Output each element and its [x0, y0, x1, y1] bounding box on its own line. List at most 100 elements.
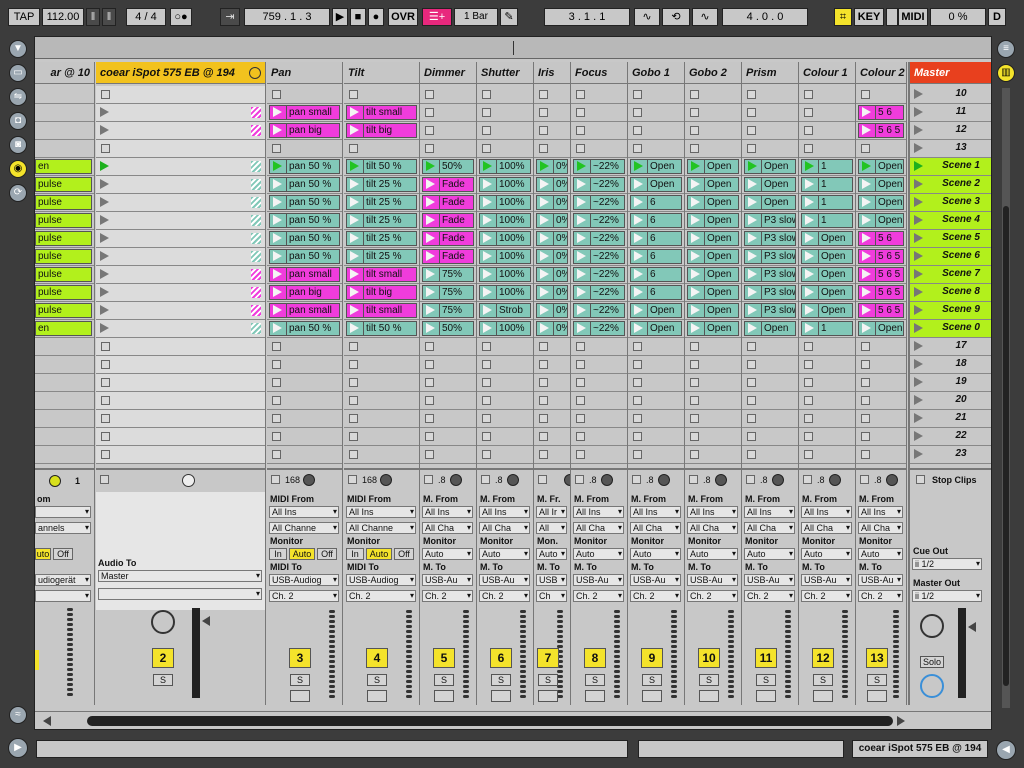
input-channel-menu[interactable]: All Channe [346, 522, 416, 534]
input-channel-menu[interactable]: All Cha [858, 522, 903, 534]
stop-button-icon[interactable] [804, 126, 813, 135]
master-header[interactable]: Master [910, 62, 991, 84]
clip-slot[interactable] [534, 104, 570, 122]
clip[interactable]: 5 6 5 6 [858, 303, 904, 318]
monitor-menu[interactable]: Auto [630, 548, 681, 560]
clip-launch-icon[interactable] [426, 251, 435, 261]
clip-launch-icon[interactable] [273, 323, 282, 333]
clip-slot[interactable]: pulse [35, 248, 94, 266]
stop-button[interactable]: ■ [350, 8, 366, 26]
clip[interactable]: Fade [422, 195, 474, 210]
clip-slot[interactable]: tilt small [344, 302, 419, 320]
clip-launch-icon[interactable] [100, 269, 109, 279]
clip[interactable]: pan 50 % [269, 213, 340, 228]
clip-slot[interactable]: ~22% [571, 302, 627, 320]
scene-slot[interactable]: 21 [910, 410, 991, 428]
clip-launch-icon[interactable] [577, 233, 586, 243]
stop-button-icon[interactable] [633, 126, 642, 135]
clip-launch-icon[interactable] [426, 197, 435, 207]
clip[interactable]: pan 50 % [269, 177, 340, 192]
clip-launch-icon[interactable] [350, 323, 359, 333]
clip-slot[interactable]: Open [856, 176, 906, 194]
clip-launch-icon[interactable] [100, 161, 109, 171]
scene-slot[interactable]: 19 [910, 374, 991, 392]
monitor-in-button[interactable]: In [269, 548, 287, 560]
clip-slot[interactable] [742, 338, 798, 356]
clip-slot[interactable] [628, 86, 684, 104]
stop-button-icon[interactable] [633, 360, 642, 369]
track-number-button[interactable]: 3 [289, 648, 311, 668]
clip[interactable]: 0% [536, 303, 568, 318]
stop-button-icon[interactable] [482, 432, 491, 441]
output-channel-menu[interactable] [35, 590, 91, 602]
clip-slot[interactable] [96, 158, 265, 176]
clip-slot[interactable]: 5 6 5 6 [856, 302, 906, 320]
clip-slot[interactable]: Open [685, 230, 741, 248]
clip-launch-icon[interactable] [350, 161, 359, 171]
clip-slot[interactable] [420, 338, 476, 356]
clip-launch-icon[interactable] [426, 233, 435, 243]
volume-knob-icon[interactable] [450, 474, 462, 486]
stop-button-icon[interactable] [690, 108, 699, 117]
clip-launch-icon[interactable] [634, 251, 643, 261]
stop-button-icon[interactable] [804, 360, 813, 369]
plugins-icon[interactable]: ⇋ [9, 88, 27, 106]
stop-button-icon[interactable] [482, 108, 491, 117]
scene-slot[interactable]: 18 [910, 356, 991, 374]
clip-launch-icon[interactable] [634, 179, 643, 189]
clip-launch-icon[interactable] [748, 197, 757, 207]
clip[interactable]: 6 [630, 231, 682, 246]
clip[interactable]: P3 slow [744, 285, 796, 300]
clip[interactable]: Open [858, 213, 904, 228]
clip[interactable]: 0% [536, 195, 568, 210]
clip-slot[interactable] [267, 140, 342, 158]
scene-launch-icon[interactable] [914, 323, 923, 333]
clip-slot[interactable]: Open [856, 158, 906, 176]
clip-launch-icon[interactable] [100, 107, 109, 117]
clip-launch-icon[interactable] [577, 179, 586, 189]
clip-slot[interactable] [35, 86, 94, 104]
clip[interactable]: Fade [422, 249, 474, 264]
clip[interactable]: pan 50 % [269, 249, 340, 264]
input-channel-menu[interactable]: All Cha [422, 522, 473, 534]
clip-slot[interactable]: 6 [628, 248, 684, 266]
scene-launch-icon[interactable] [914, 233, 923, 243]
stop-button-icon[interactable] [425, 378, 434, 387]
draw-mode-button[interactable]: ✎ [500, 8, 518, 26]
clip-slot[interactable]: pan 50 % [267, 194, 342, 212]
clip-slot[interactable]: 0% [534, 302, 570, 320]
clip-slot[interactable]: pan small [267, 266, 342, 284]
input-type-menu[interactable]: All Ins [573, 506, 624, 518]
clip-launch-icon[interactable] [273, 269, 282, 279]
clip[interactable]: Open [630, 321, 682, 336]
scene-launch-icon[interactable] [914, 89, 923, 99]
clip-slot[interactable] [628, 338, 684, 356]
clip-launch-icon[interactable] [805, 269, 814, 279]
scene-launch-icon[interactable] [914, 251, 923, 261]
clip-slot[interactable]: Open [799, 302, 855, 320]
quantize-menu[interactable]: 1 Bar [454, 8, 498, 26]
clip[interactable]: Open [801, 303, 853, 318]
clip-slot[interactable] [96, 428, 265, 446]
stop-button-icon[interactable] [482, 144, 491, 153]
solo-button[interactable]: S [642, 674, 662, 686]
stop-button-icon[interactable] [101, 396, 110, 405]
clip-slot[interactable] [344, 446, 419, 464]
clip-slot[interactable]: Fade [420, 230, 476, 248]
clip[interactable]: ~22% [573, 213, 625, 228]
clip-slot[interactable] [35, 122, 94, 140]
clip-slot[interactable] [534, 86, 570, 104]
clip-launch-icon[interactable] [748, 323, 757, 333]
clip-slot[interactable]: 0% [534, 176, 570, 194]
clip-slot[interactable]: Open [685, 248, 741, 266]
volume-knob-icon[interactable] [601, 474, 613, 486]
clip[interactable]: pulse [35, 303, 92, 318]
clip[interactable]: tilt 50 % [346, 321, 417, 336]
clip[interactable]: 0% [536, 249, 568, 264]
stop-button-icon[interactable] [539, 360, 548, 369]
stop-button-icon[interactable] [576, 342, 585, 351]
clip-slot[interactable] [534, 338, 570, 356]
stop-button-icon[interactable] [539, 414, 548, 423]
clip-slot[interactable] [96, 230, 265, 248]
solo-button[interactable]: S [290, 674, 310, 686]
